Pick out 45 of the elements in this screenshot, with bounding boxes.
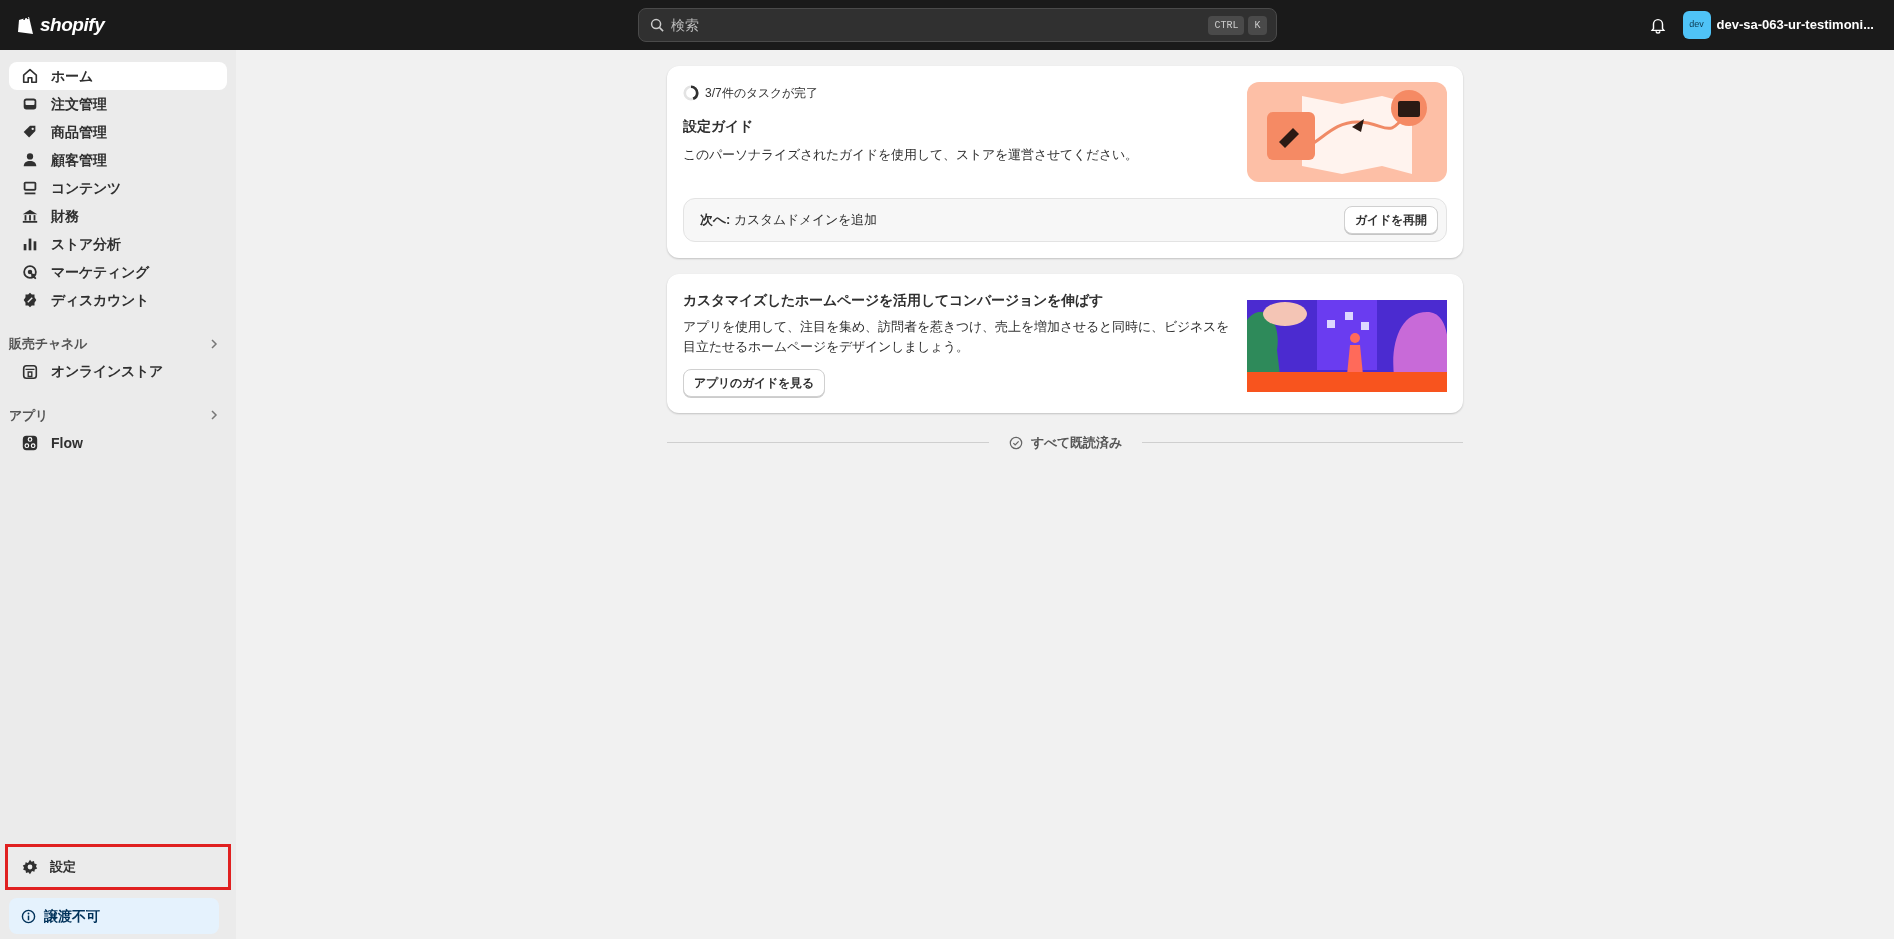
card-description: このパーソナライズされたガイドを使用して、ストアを運営させてください。 [683, 146, 1139, 164]
chevron-right-icon[interactable] [209, 337, 219, 350]
section-heading: 販売チャネル [9, 335, 87, 353]
notice-text: 譲渡不可 [44, 906, 100, 926]
check-circle-icon [1008, 435, 1023, 450]
next-task-text: 次へ: カスタムドメインを追加 [700, 211, 877, 230]
resume-guide-button[interactable]: ガイドを再開 [1344, 206, 1438, 234]
gear-icon [22, 859, 38, 875]
info-icon [21, 908, 36, 924]
section-heading: アプリ [9, 406, 48, 425]
nav-item[interactable]: ディスカウント [9, 286, 227, 314]
card-title: 設定ガイド [683, 117, 754, 136]
nav-item[interactable]: ホーム [9, 62, 227, 90]
avatar[interactable]: dev [1682, 11, 1711, 39]
nav-item[interactable]: 商品管理 [9, 118, 227, 146]
logo-text[interactable]: shopify [40, 10, 105, 40]
nav-item[interactable]: 注文管理 [9, 90, 227, 118]
nav-item[interactable]: 顧客管理 [9, 146, 227, 174]
nav-item[interactable]: マーケティング [9, 258, 227, 286]
card-title: カスタマイズしたホームページを活用してコンバージョンを伸ばす [683, 291, 1104, 310]
target-icon [21, 263, 39, 281]
progress-text: 3/7件のタスクが完了 [705, 85, 818, 102]
shortcut-key: K [1248, 16, 1267, 35]
bell-icon[interactable] [1648, 16, 1667, 34]
nav-item[interactable]: Flow [9, 429, 227, 457]
flow-icon [21, 434, 39, 452]
shortcut-key: CTRL [1208, 16, 1245, 35]
discount-badge-icon [21, 291, 39, 309]
bank-icon [21, 207, 39, 225]
chevron-right-icon[interactable] [209, 409, 219, 422]
storefront-icon [21, 362, 39, 381]
nav-item[interactable]: ストア分析 [9, 230, 227, 258]
nav-item[interactable]: コンテンツ [9, 174, 227, 202]
store-name[interactable]: dev-sa-063-ur-testimoni... [1716, 15, 1874, 35]
settings-item[interactable]: 設定 [5, 844, 231, 890]
person-icon [21, 151, 39, 169]
house-icon [21, 67, 39, 85]
app-guide-button[interactable]: アプリのガイドを見る [683, 369, 825, 397]
nav-item[interactable]: 財務 [9, 202, 227, 230]
search-icon [649, 18, 665, 33]
shopping-bag-icon [16, 14, 36, 36]
nav-item[interactable]: オンラインストア [9, 357, 227, 386]
card-description: アプリを使用して、注目を集め、訪問者を惹きつけ、売上を増加させると同時に、ビジネスを目立たせるホームページをデザインしましょう。 [683, 318, 1230, 356]
all-read-text: すべて既読済み [1030, 434, 1122, 452]
monitor-icon [21, 179, 39, 197]
